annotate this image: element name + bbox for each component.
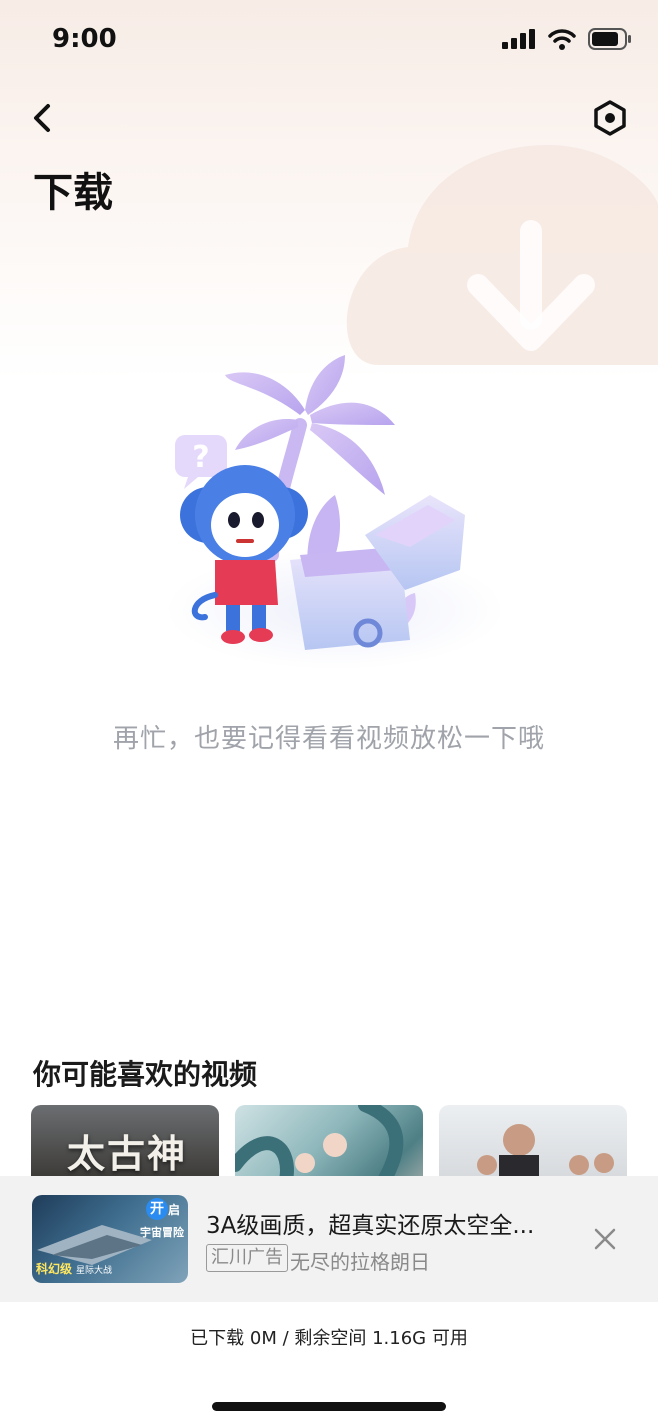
status-time: 9:00 (52, 24, 117, 54)
back-button[interactable] (22, 96, 62, 140)
recommendation-thumb-image (477, 1124, 614, 1177)
ad-title[interactable]: 3A级画质，超真实还原太空全... (206, 1206, 566, 1240)
signal-icon (502, 29, 535, 49)
battery-icon (588, 28, 631, 50)
recommendation-thumb-image (235, 1105, 404, 1177)
recommendation-item[interactable] (235, 1105, 423, 1177)
empty-state-message: 再忙，也要记得看看视频放松一下哦 (112, 724, 545, 754)
recommendations-list: 太古神王 (31, 1105, 631, 1177)
svg-text:?: ? (192, 440, 209, 475)
status-bar: 9:00 (0, 0, 658, 80)
ad-banner[interactable]: 开 启 宇宙冒险 科幻级 星际大战 3A级画质，超真实还原太空全... 汇川广告… (0, 1176, 658, 1302)
settings-button[interactable] (588, 96, 632, 140)
recommendation-item[interactable] (439, 1105, 627, 1177)
storage-info-text: 已下载 0M / 剩余空间 1.16G 可用 (190, 1328, 468, 1349)
nav-bar (0, 90, 658, 150)
recommendations-title: 你可能喜欢的视频 (33, 1058, 258, 1091)
ad-thumb-subtitle: 宇宙冒险 (140, 1226, 184, 1239)
cloud-download-icon (346, 145, 658, 365)
ad-thumbnail[interactable]: 开 启 宇宙冒险 科幻级 星际大战 (32, 1195, 188, 1283)
recommendation-item[interactable]: 太古神王 (31, 1105, 219, 1177)
page-title: 下载 (33, 170, 113, 216)
ad-close-button[interactable] (592, 1226, 618, 1252)
ad-thumb-footer: 科幻级 (36, 1262, 73, 1276)
status-icons (502, 28, 632, 50)
ad-thumb-badge: 开 (146, 1198, 168, 1220)
empty-state-illustration: ? (165, 355, 500, 670)
ad-subtitle: 无尽的拉格朗日 (290, 1250, 430, 1274)
close-icon (594, 1228, 616, 1250)
recommendation-thumb-title: 太古神王 (67, 1131, 188, 1176)
ad-thumb-badge-text: 启 (168, 1203, 181, 1217)
storage-info-bar: 已下载 0M / 剩余空间 1.16G 可用 (0, 1302, 658, 1372)
ad-thumb-footer-2: 星际大战 (76, 1266, 113, 1276)
wifi-icon (548, 29, 576, 50)
settings-hexagon-icon (594, 100, 626, 136)
home-indicator[interactable] (212, 1402, 446, 1411)
ad-tag: 汇川广告 (206, 1244, 288, 1272)
chevron-left-icon (34, 104, 50, 132)
